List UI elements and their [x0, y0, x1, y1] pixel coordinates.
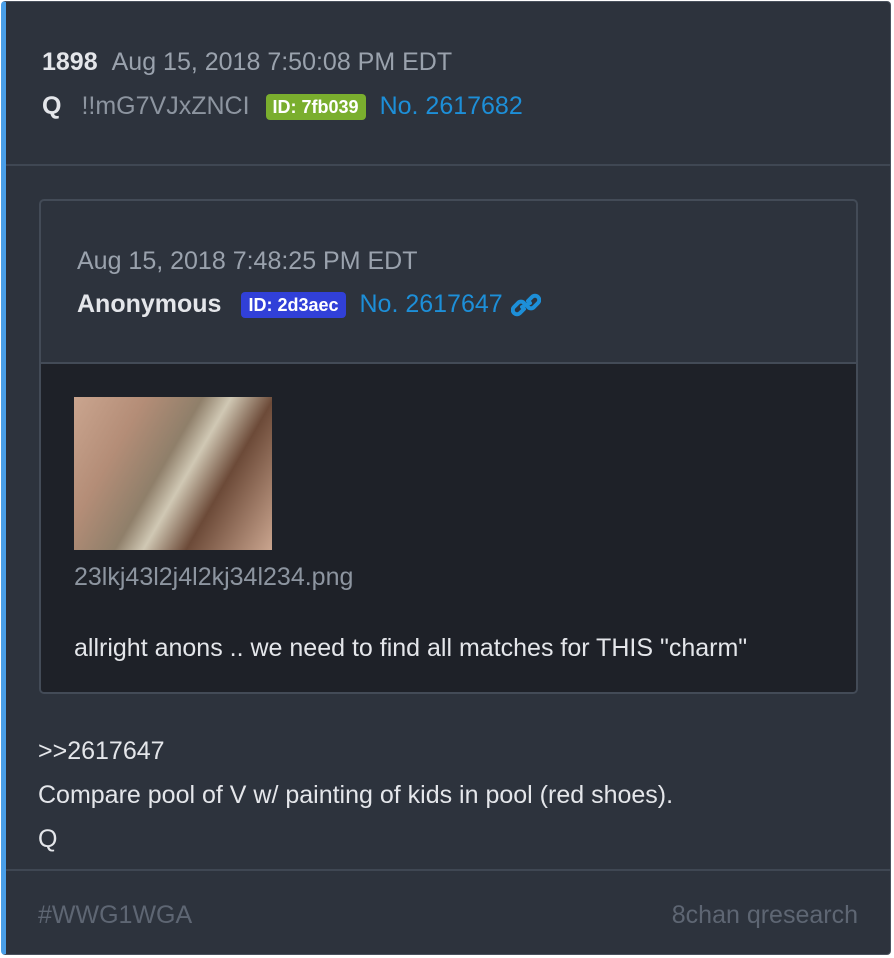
quoted-post-link[interactable]: No. 2617647 — [360, 290, 503, 319]
tripcode: !!mG7VJxZNCI — [81, 92, 250, 120]
quoted-post-body: 23lkj43l2j4l2kj34l234.png allright anons… — [41, 364, 856, 692]
post-signature: Q — [38, 825, 58, 853]
post-meta: 1898 Aug 15, 2018 7:50:08 PM EDT — [42, 48, 452, 77]
post-date: Aug 15, 2018 7:50:08 PM EDT — [111, 48, 453, 76]
quoted-author-row: Anonymous ID: 2d3aec No. 2617647 — [77, 290, 541, 319]
quoted-post-text: allright anons .. we need to find all ma… — [74, 634, 748, 662]
quoted-author-name: Anonymous — [77, 290, 222, 318]
quoted-post-date: Aug 15, 2018 7:48:25 PM EDT — [77, 247, 418, 275]
author-name: Q — [42, 92, 62, 120]
reply-reference-link[interactable]: >>2617647 — [38, 729, 673, 773]
post-footer: #WWG1WGA 8chan qresearch — [6, 869, 890, 954]
link-icon[interactable] — [510, 292, 541, 318]
attachment-filename[interactable]: 23lkj43l2j4l2kj34l234.png — [74, 563, 353, 592]
post-body: >>2617647 Compare pool of V w/ painting … — [38, 729, 673, 861]
quoted-post-header: Aug 15, 2018 7:48:25 PM EDT Anonymous ID… — [41, 201, 856, 364]
attachment-thumbnail[interactable] — [74, 397, 272, 550]
poster-id-badge[interactable]: ID: 7fb039 — [265, 93, 366, 120]
post-number: 1898 — [42, 48, 98, 76]
post-card: 1898 Aug 15, 2018 7:50:08 PM EDT Q !!mG7V… — [1, 1, 891, 955]
post-author-row: Q !!mG7VJxZNCI ID: 7fb039 No. 2617682 — [42, 92, 523, 121]
board-name: 8chan qresearch — [671, 901, 858, 929]
quoted-post: Aug 15, 2018 7:48:25 PM EDT Anonymous ID… — [39, 199, 858, 694]
post-number-link[interactable]: No. 2617682 — [380, 92, 523, 121]
quoted-id-badge[interactable]: ID: 2d3aec — [241, 291, 346, 318]
hashtag: #WWG1WGA — [38, 901, 193, 929]
post-header: 1898 Aug 15, 2018 7:50:08 PM EDT Q !!mG7V… — [6, 2, 890, 166]
post-body-line: Compare pool of V w/ painting of kids in… — [38, 781, 674, 809]
